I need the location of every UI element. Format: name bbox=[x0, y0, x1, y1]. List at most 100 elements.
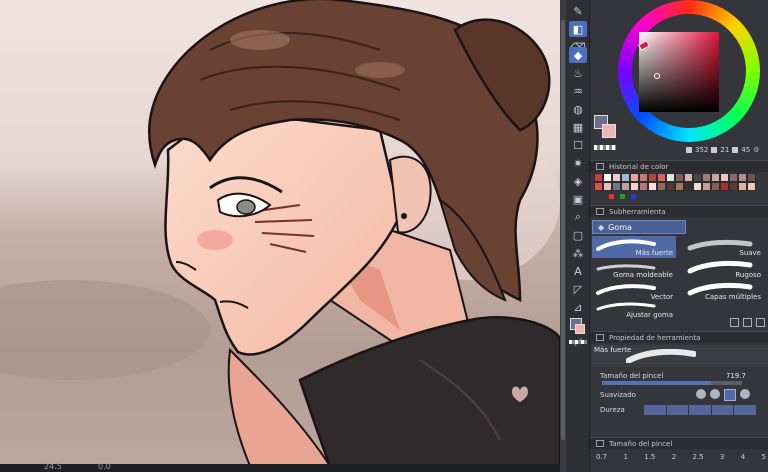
color-history-swatch[interactable] bbox=[621, 182, 630, 191]
color-history-swatch[interactable] bbox=[612, 182, 621, 191]
color-history-swatch[interactable] bbox=[729, 173, 738, 182]
color-history-swatch[interactable] bbox=[738, 182, 747, 191]
subtool-header[interactable]: Subherramienta bbox=[590, 205, 768, 217]
brush-capas-multiples[interactable]: Capas múltiples bbox=[680, 280, 764, 302]
add-subtool-icon[interactable] bbox=[730, 318, 739, 327]
saturation-value-square[interactable] bbox=[639, 32, 719, 112]
color-history-swatch[interactable] bbox=[711, 182, 720, 191]
color-history-swatch[interactable] bbox=[693, 182, 702, 191]
color-history-swatch[interactable] bbox=[648, 182, 657, 191]
ruler-icon[interactable]: ⊿ bbox=[569, 299, 587, 315]
eraser-active-icon[interactable]: ◆ bbox=[569, 47, 587, 63]
brush-size-preset[interactable]: 4 bbox=[741, 453, 745, 461]
color-history-swatch[interactable] bbox=[675, 182, 684, 191]
color-history-swatch[interactable] bbox=[684, 182, 693, 191]
delete-subtool-icon[interactable] bbox=[756, 318, 765, 327]
color-history-swatch[interactable] bbox=[693, 173, 702, 182]
grid-icon[interactable]: ▦ bbox=[569, 119, 587, 135]
brush-size-value[interactable]: 719.7 bbox=[726, 372, 746, 380]
copy-subtool-icon[interactable] bbox=[743, 318, 752, 327]
pen-icon[interactable]: ✎ bbox=[569, 3, 587, 19]
color-wheel[interactable] bbox=[618, 0, 760, 142]
color-history-header[interactable]: Historial de color bbox=[590, 160, 768, 172]
color-history-swatch[interactable] bbox=[684, 173, 693, 182]
brush-size-slider[interactable] bbox=[602, 381, 742, 385]
color-history-swatch[interactable] bbox=[657, 173, 666, 182]
smoothing-option-1[interactable] bbox=[696, 389, 706, 399]
brush-size-preset[interactable]: 1.5 bbox=[644, 453, 655, 461]
hardness-selector[interactable] bbox=[644, 405, 756, 415]
color-history-grid[interactable] bbox=[594, 173, 766, 191]
brush-rugoso[interactable]: Rugoso bbox=[680, 258, 764, 280]
fill-icon[interactable]: ♨ bbox=[569, 65, 587, 81]
brush-size-panel-header[interactable]: Tamaño del pincel bbox=[590, 437, 768, 449]
color-history-swatch[interactable] bbox=[630, 182, 639, 191]
brush-size-preset[interactable]: 5 bbox=[761, 453, 765, 461]
brush-size-preset[interactable]: 2 bbox=[672, 453, 676, 461]
drawing-canvas[interactable] bbox=[0, 0, 560, 466]
transparent-color-swatch[interactable] bbox=[594, 145, 616, 150]
color-history-swatch[interactable] bbox=[747, 173, 756, 182]
hardness-step[interactable] bbox=[711, 405, 734, 415]
color-history-swatch[interactable] bbox=[630, 173, 639, 182]
color-history-swatch[interactable] bbox=[711, 173, 720, 182]
hardness-step[interactable] bbox=[644, 405, 666, 415]
color-history-swatch[interactable] bbox=[720, 182, 729, 191]
tool-property-header[interactable]: Propiedad de herramienta bbox=[590, 331, 768, 343]
color-history-swatch[interactable] bbox=[621, 173, 630, 182]
brush-size-preset[interactable]: 1 bbox=[623, 453, 627, 461]
brush-size-fill bbox=[602, 381, 712, 385]
eraser-group-tab[interactable]: ◆ Goma bbox=[592, 220, 686, 234]
color-history-swatch[interactable] bbox=[720, 173, 729, 182]
hardness-step[interactable] bbox=[734, 405, 756, 415]
transparent-color-mini[interactable] bbox=[569, 340, 587, 344]
color-history-swatch[interactable] bbox=[702, 182, 711, 191]
color-history-swatch[interactable] bbox=[657, 182, 666, 191]
sub-color-swatch[interactable] bbox=[602, 124, 616, 138]
smoothing-option-2[interactable] bbox=[710, 389, 720, 399]
color-history-swatch[interactable] bbox=[729, 182, 738, 191]
brush-ajustar-goma[interactable]: Ajustar goma bbox=[592, 298, 676, 320]
gradient-icon[interactable]: ▣ bbox=[569, 191, 587, 207]
brush-size-preset[interactable]: 2.5 bbox=[692, 453, 703, 461]
brush-size-preset[interactable]: 3 bbox=[720, 453, 724, 461]
subtool-icon bbox=[596, 208, 604, 215]
color-history-swatch[interactable] bbox=[594, 182, 603, 191]
color-history-swatch[interactable] bbox=[702, 173, 711, 182]
hardness-step[interactable] bbox=[689, 405, 711, 415]
sub-color-mini[interactable] bbox=[575, 324, 585, 334]
move-icon[interactable]: ⌕ bbox=[569, 209, 587, 225]
color-history-swatch[interactable] bbox=[594, 173, 603, 182]
drops-icon[interactable]: ◍ bbox=[569, 101, 587, 117]
bucket-icon[interactable]: ◈ bbox=[569, 173, 587, 189]
vector-icon[interactable]: ◸ bbox=[569, 281, 587, 297]
sv-picker[interactable] bbox=[654, 73, 660, 79]
adjust-icon[interactable]: ⚙ bbox=[753, 146, 759, 154]
text-icon[interactable]: A bbox=[569, 263, 587, 279]
magic-wand-icon[interactable]: ⁂ bbox=[569, 245, 587, 261]
color-history-swatch[interactable] bbox=[747, 182, 756, 191]
brush-mas-fuerte[interactable]: Más fuerte bbox=[592, 236, 676, 258]
hardness-step[interactable] bbox=[666, 405, 689, 415]
color-history-swatch[interactable] bbox=[648, 173, 657, 182]
flame-icon[interactable]: ♒ bbox=[569, 83, 587, 99]
color-history-swatch[interactable] bbox=[675, 173, 684, 182]
color-history-swatch[interactable] bbox=[603, 182, 612, 191]
brush-goma-moldeable[interactable]: Goma moldeable bbox=[592, 258, 676, 280]
select-icon[interactable]: ▢ bbox=[569, 227, 587, 243]
color-history-swatch[interactable] bbox=[666, 182, 675, 191]
color-history-swatch[interactable] bbox=[612, 173, 621, 182]
color-history-swatch[interactable] bbox=[666, 173, 675, 182]
color-history-swatch[interactable] bbox=[639, 173, 648, 182]
color-history-swatch[interactable] bbox=[639, 182, 648, 191]
smoothing-option-3[interactable] bbox=[724, 389, 736, 401]
color-history-swatch[interactable] bbox=[603, 173, 612, 182]
smoothing-option-4[interactable] bbox=[740, 389, 750, 399]
lasso-icon[interactable]: ☐ bbox=[569, 137, 587, 153]
scrollbar-thumb[interactable] bbox=[561, 20, 565, 440]
cube-icon[interactable]: ◧ bbox=[569, 21, 587, 37]
color-history-swatch[interactable] bbox=[738, 173, 747, 182]
brush-suave[interactable]: Suave bbox=[680, 236, 764, 258]
sparkle-icon[interactable]: ✷ bbox=[569, 155, 587, 171]
brush-size-preset[interactable]: 0.7 bbox=[596, 453, 607, 461]
